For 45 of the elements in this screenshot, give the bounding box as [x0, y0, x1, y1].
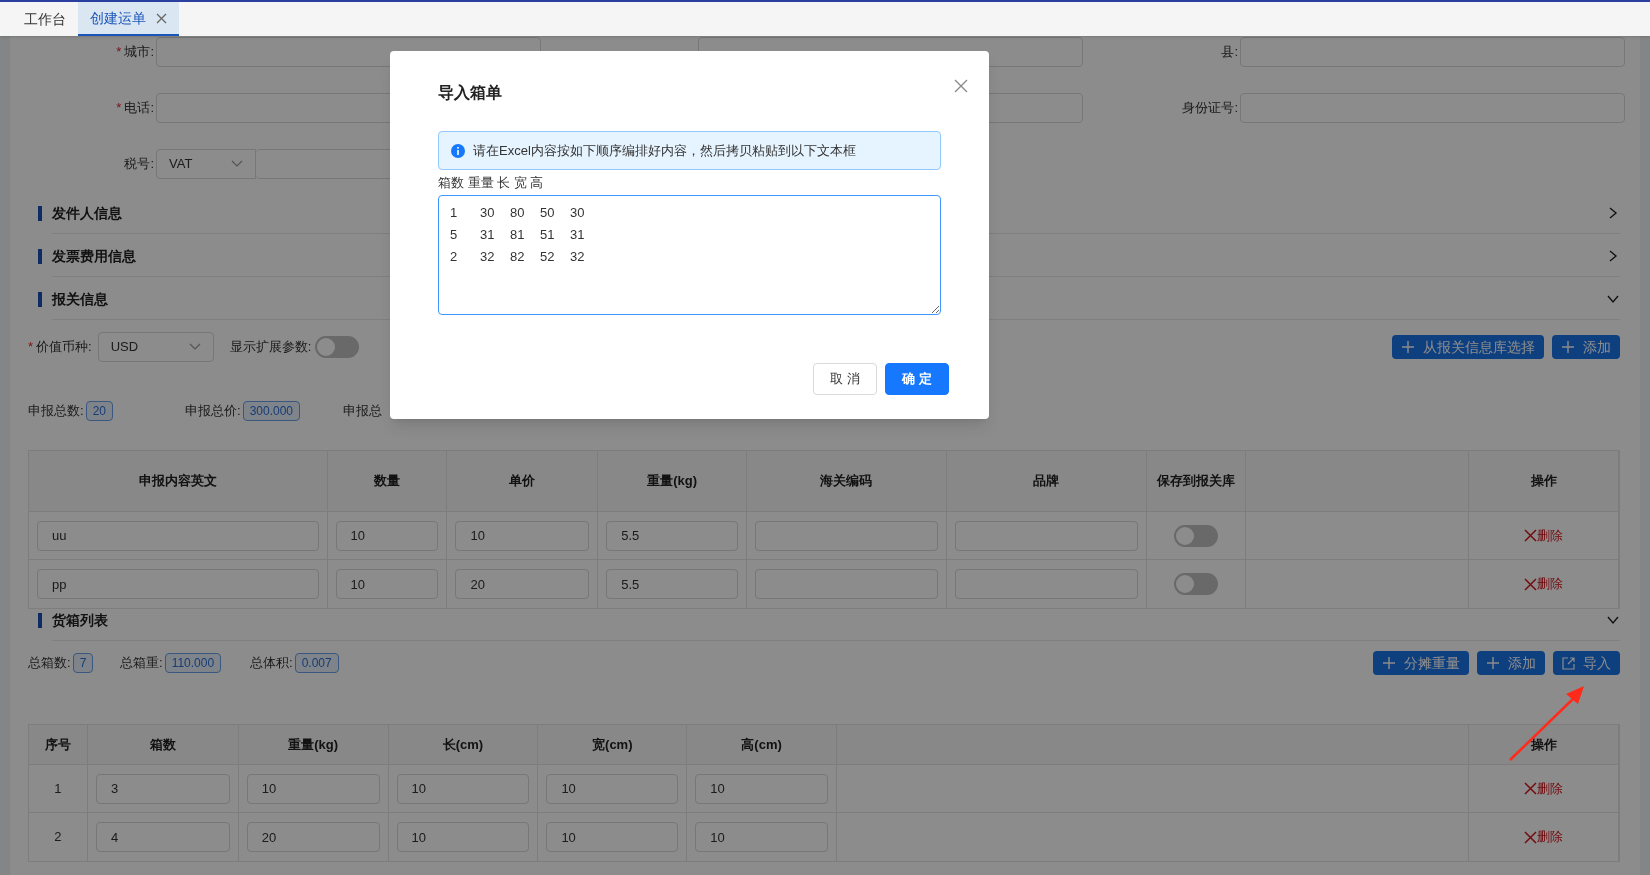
- alert-text: 请在Excel内容按如下顺序编排好内容，然后拷贝粘贴到以下文本框: [473, 141, 856, 160]
- field-label: 总箱重:: [120, 654, 163, 673]
- field-label: 总箱数:: [28, 654, 71, 673]
- field-label: 县:: [1221, 43, 1238, 62]
- field-label: 显示扩展参数:: [229, 338, 312, 357]
- column-header: 重量(kg): [647, 472, 698, 490]
- column-header: 操作: [1530, 472, 1557, 490]
- column-header: 申报内容英文: [138, 472, 217, 490]
- field-label: 申报总价:: [185, 402, 241, 421]
- section-title: 货箱列表: [52, 610, 108, 630]
- field-label: 总体积:: [250, 654, 293, 673]
- total-value: 20: [85, 401, 113, 421]
- column-header: 海关编码: [820, 472, 873, 490]
- total-value: 300.000: [242, 401, 300, 421]
- total-value: 110.000: [164, 653, 222, 673]
- column-header: 保存到报关库: [1157, 472, 1236, 490]
- required-mark: *: [116, 43, 122, 62]
- row-number: 1: [54, 779, 62, 798]
- field-label: 申报总: [343, 402, 382, 421]
- section-title: 报关信息: [52, 289, 108, 309]
- total-value: 7: [72, 653, 94, 673]
- required-mark: *: [28, 338, 34, 357]
- column-header: 单价: [509, 472, 536, 490]
- dialog-title: 导入箱单: [438, 83, 502, 103]
- column-header: 数量: [374, 472, 401, 490]
- field-label: 身份证号:: [1182, 99, 1238, 118]
- section-title: 发件人信息: [52, 203, 122, 223]
- column-header: 高(cm): [741, 735, 782, 754]
- total-value: 0.007: [294, 653, 339, 673]
- column-header: 序号: [44, 735, 71, 754]
- column-header: 长(cm): [442, 735, 484, 754]
- format-hint: 箱数 重量 长 宽 高: [438, 174, 545, 192]
- column-header: 重量(kg): [288, 735, 339, 754]
- field-label: 城市:: [124, 43, 154, 62]
- field-label: 价值币种:: [36, 338, 92, 357]
- column-header: 操作: [1530, 735, 1557, 754]
- column-header: 宽(cm): [592, 735, 633, 754]
- column-header: 品牌: [1033, 472, 1060, 490]
- field-label: 电话:: [124, 99, 154, 118]
- field-label: 申报总数:: [28, 402, 84, 421]
- section-title: 发票费用信息: [52, 246, 136, 266]
- column-header: 箱数: [149, 735, 176, 754]
- field-label: 税号:: [124, 155, 154, 174]
- required-mark: *: [116, 99, 122, 118]
- row-number: 2: [54, 828, 62, 847]
